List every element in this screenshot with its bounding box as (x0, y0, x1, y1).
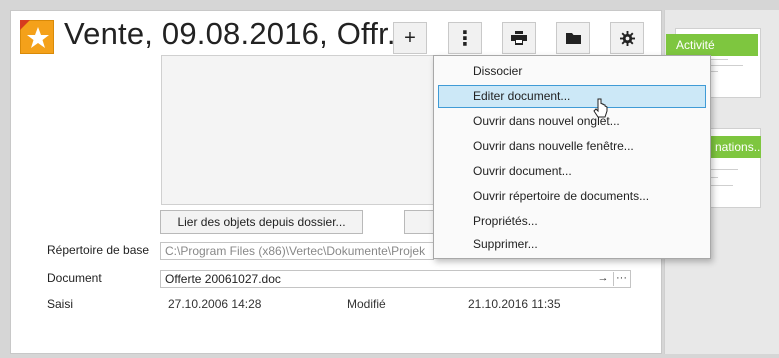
ellipsis-button[interactable]: ··· (613, 272, 629, 286)
plus-icon: + (404, 26, 416, 49)
gear-icon (619, 30, 635, 46)
vertical-dots-icon: ⋮ (455, 27, 475, 50)
base-dir-label: Répertoire de base (47, 243, 150, 257)
menu-item-editer-document[interactable]: Editer document... (438, 85, 706, 108)
context-menu: Dissocier Editer document... Ouvrir dans… (433, 55, 711, 259)
base-dir-field[interactable]: C:\Program Files (x86)\Vertec\Dokumente\… (160, 242, 434, 260)
mouse-cursor-icon (593, 98, 608, 118)
activity-tab[interactable]: Activité (666, 34, 758, 56)
notifications-tab[interactable]: nations... (705, 136, 761, 158)
document-value: Offerte 20061027.doc (165, 272, 281, 286)
page-title: Vente, 09.08.2016, Offr... (64, 16, 414, 51)
menu-item-nouvel-onglet[interactable]: Ouvrir dans nouvel onglet... (438, 110, 706, 133)
document-label: Document (47, 271, 102, 285)
add-button[interactable]: + (393, 22, 427, 54)
more-button[interactable]: ⋮ (448, 22, 482, 54)
folder-icon (565, 33, 581, 44)
modifie-label: Modifié (347, 297, 386, 311)
menu-item-proprietes[interactable]: Propriétés... (438, 210, 706, 233)
link-objects-button[interactable]: Lier des objets depuis dossier... (160, 210, 363, 234)
menu-item-ouvrir-repertoire[interactable]: Ouvrir répertoire de documents... (438, 185, 706, 208)
menu-item-supprimer[interactable]: Supprimer... (438, 233, 706, 256)
menu-item-ouvrir-document[interactable]: Ouvrir document... (438, 160, 706, 183)
saisi-label: Saisi (47, 297, 74, 311)
modifie-value: 21.10.2016 11:35 (468, 297, 561, 311)
saisi-value: 27.10.2006 14:28 (168, 297, 262, 311)
printer-icon (511, 31, 527, 45)
document-field[interactable]: Offerte 20061027.doc → ··· (160, 270, 631, 288)
icon-corner (20, 20, 30, 30)
menu-item-nouvelle-fenetre[interactable]: Ouvrir dans nouvelle fenêtre... (438, 135, 706, 158)
print-button[interactable] (502, 22, 536, 54)
menu-item-dissocier[interactable]: Dissocier (438, 60, 706, 83)
arrow-right-icon[interactable]: → (595, 272, 611, 286)
settings-button[interactable] (610, 22, 644, 54)
folder-button[interactable] (556, 22, 590, 54)
